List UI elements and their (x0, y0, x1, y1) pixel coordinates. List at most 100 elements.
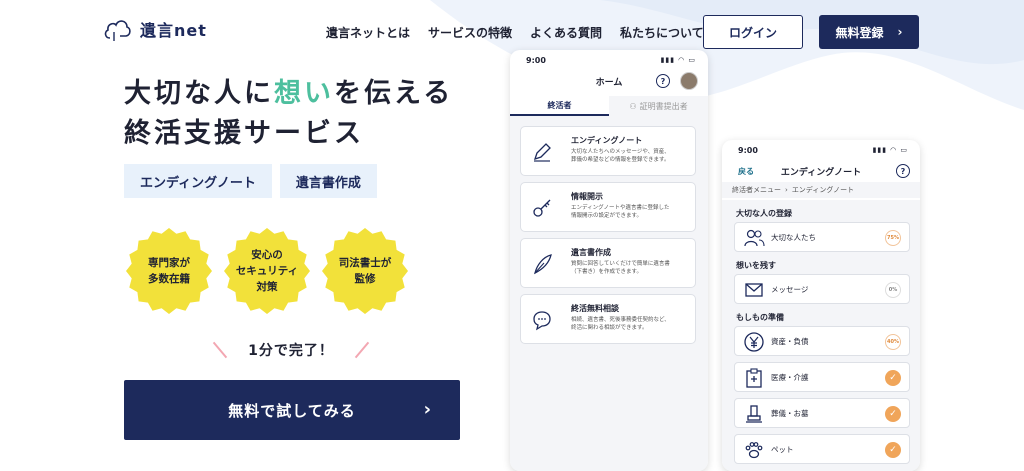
menu-list: エンディングノート 大切な人たちへのメッセージや、資産、 葬儀の希望などの情報を… (510, 116, 708, 471)
completion-text: 1分で完了！ (248, 343, 334, 359)
menu-card-will[interactable]: 遺言書作成 質問に回答していくだけで簡単に遺言書 （下書き）を作成できます。 (520, 238, 696, 288)
nav-company[interactable]: 私たちについて (620, 24, 704, 41)
badge-security: 安心の セキュリティ 対策 (224, 228, 310, 314)
card-title: エンディングノート (571, 136, 643, 145)
row-label: 葬儀・お墓 (771, 409, 809, 418)
section-title: 想いを残す (736, 261, 776, 270)
logo-text: 遺言net (140, 21, 207, 40)
check-complete-icon: ✓ (885, 406, 901, 422)
row-label: メッセージ (771, 285, 809, 294)
breadcrumb-parent[interactable]: 終活者メニュー (732, 185, 781, 195)
chevron-right-icon: › (897, 25, 903, 39)
key-icon (533, 199, 551, 217)
login-button[interactable]: ログイン (703, 15, 803, 49)
check-complete-icon: ✓ (885, 370, 901, 386)
phone-home-mockup: 9:00 ▮▮▮ ◠ ▭ ホーム ? 終活者 ⚇ 証明書提出者 エンディングノート… (510, 50, 708, 471)
progress-indicator: 0% (885, 282, 901, 298)
back-button[interactable]: 戻る (738, 166, 754, 177)
register-label: 無料登録 (835, 25, 884, 40)
progress-indicator: 40% (885, 334, 901, 350)
row-label: 資産・負債 (771, 337, 809, 346)
medical-clipboard-icon (746, 368, 762, 388)
badge-supervised-label: 司法書士が 監修 (338, 257, 392, 285)
service-tags: エンディングノート 遺言書作成 (124, 164, 377, 198)
row-funeral[interactable]: 葬儀・お墓 ✓ (734, 398, 910, 428)
hero-line-2: 終活支援サービス (124, 118, 364, 149)
badge-experts-label: 専門家が 多数在籍 (148, 257, 190, 285)
status-time: 9:00 (738, 145, 758, 155)
logo[interactable]: 遺言net (102, 16, 207, 42)
app-header: 戻る エンディングノート ? (722, 160, 920, 182)
row-loved-ones[interactable]: 大切な人たち 75% (734, 222, 910, 252)
card-title: 遺言書作成 (571, 248, 611, 257)
card-desc: 質問に回答していくだけで簡単に遺言書 （下書き）を作成できます。 (571, 261, 670, 275)
yen-icon (744, 332, 764, 352)
menu-card-ending-note[interactable]: エンディングノート 大切な人たちへのメッセージや、資産、 葬儀の希望などの情報を… (520, 126, 696, 176)
login-label: ログイン (728, 25, 777, 40)
try-free-label: 無料で試してみる (228, 401, 356, 420)
tab-certificate[interactable]: ⚇ 証明書提出者 (609, 96, 708, 116)
chat-bubble-icon (533, 311, 551, 331)
try-free-button[interactable]: 無料で試してみる › (124, 380, 460, 440)
quill-pen-icon (534, 254, 552, 275)
hero-heading: 大切な人に想いを伝える 終活支援サービス (124, 74, 453, 154)
hero-line-1: 大切な人に想いを伝える (124, 74, 453, 114)
main-nav: 遺言ネットとは サービスの特徴 よくある質問 私たちについて (326, 24, 722, 41)
section-title: もしもの準備 (736, 313, 784, 322)
tag-ending-note: エンディングノート (124, 164, 272, 198)
feature-badges: 専門家が 多数在籍 安心の セキュリティ 対策 司法書士が 監修 (126, 228, 408, 314)
status-bar: 9:00 ▮▮▮ ◠ ▭ (722, 140, 920, 160)
ending-note-sections: 大切な人の登録 大切な人たち 75% 想いを残す メッセージ 0% もしもの準備… (722, 200, 920, 471)
help-icon[interactable]: ? (896, 164, 910, 178)
nav-about[interactable]: 遺言ネットとは (326, 24, 410, 41)
decor-slash-left (212, 341, 228, 359)
row-label: 大切な人たち (771, 233, 816, 242)
people-icon (744, 229, 765, 247)
tab-user-label: 終活者 (547, 100, 572, 110)
menu-card-consultation[interactable]: 終活無料相談 相続、遺言書、死後事務委任契約など、 終活に関わる相談ができます。 (520, 294, 696, 344)
help-icon[interactable]: ? (656, 74, 670, 88)
row-assets[interactable]: 資産・負債 40% (734, 326, 910, 356)
gravestone-icon (746, 405, 762, 423)
register-button[interactable]: 無料登録 › (819, 15, 919, 49)
badge-supervised: 司法書士が 監修 (322, 228, 408, 314)
pencil-icon (533, 143, 551, 162)
card-title: 情報開示 (571, 192, 603, 201)
tab-user[interactable]: 終活者 (510, 96, 609, 116)
row-medical[interactable]: 医療・介護 ✓ (734, 362, 910, 392)
row-message[interactable]: メッセージ 0% (734, 274, 910, 304)
nav-features[interactable]: サービスの特徴 (428, 24, 512, 41)
avatar[interactable] (680, 72, 698, 90)
row-label: 医療・介護 (771, 373, 809, 382)
card-title: 終活無料相談 (571, 304, 619, 313)
card-desc: 大切な人たちへのメッセージや、資産、 葬儀の希望などの情報を登録できます。 (571, 149, 670, 163)
completion-note: 1分で完了！ (207, 338, 375, 362)
row-label: ペット (771, 445, 794, 454)
breadcrumb-current: エンディングノート (791, 186, 855, 194)
app-header: ホーム ? (510, 70, 708, 92)
paw-icon (745, 442, 763, 459)
progress-indicator: 75% (885, 230, 901, 246)
role-tabs: 終活者 ⚇ 証明書提出者 (510, 96, 708, 116)
phone-ending-note-mockup: 9:00 ▮▮▮ ◠ ▭ 戻る エンディングノート ? 終活者メニュー › エン… (722, 140, 920, 471)
chevron-right-icon: › (423, 399, 432, 420)
nav-faq[interactable]: よくある質問 (530, 24, 602, 41)
hero-text-post: を伝える (334, 78, 454, 109)
site-header: 遺言net 遺言ネットとは サービスの特徴 よくある質問 私たちについて ログイ… (0, 0, 1024, 62)
tag-will-creation: 遺言書作成 (279, 164, 377, 198)
screen-title: エンディングノート (780, 167, 862, 178)
badge-security-label: 安心の セキュリティ 対策 (235, 249, 299, 293)
badge-experts: 専門家が 多数在籍 (126, 228, 212, 314)
check-complete-icon: ✓ (885, 442, 901, 458)
screen-title: ホーム (595, 77, 623, 88)
card-desc: エンディングノートや遺言書に登録した 情報開示の設定ができます。 (571, 205, 670, 219)
row-pet[interactable]: ペット ✓ (734, 434, 910, 464)
breadcrumb: 終活者メニュー › エンディングノート (722, 182, 920, 198)
people-icon: ⚇ (629, 101, 637, 111)
menu-card-disclosure[interactable]: 情報開示 エンディングノートや遺言書に登録した 情報開示の設定ができます。 (520, 182, 696, 232)
cloud-logo-icon (104, 20, 131, 41)
hero-text-accent: 想い (274, 78, 334, 109)
section-title: 大切な人の登録 (736, 209, 792, 218)
hero-text-pre: 大切な人に (124, 78, 274, 109)
decor-slash-right (354, 341, 370, 359)
